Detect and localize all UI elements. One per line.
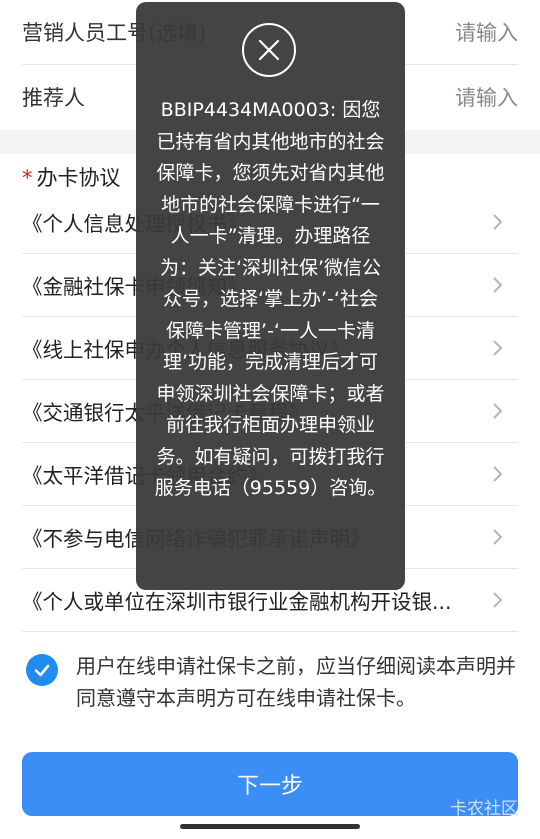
chevron-right-icon <box>493 466 503 482</box>
referrer-label: 推荐人 <box>22 86 85 110</box>
chevron-right-icon <box>493 592 503 608</box>
required-mark: * <box>22 166 33 190</box>
home-indicator[interactable] <box>180 824 360 829</box>
referrer-input[interactable]: 请输入 <box>455 82 518 112</box>
staff-id-input[interactable]: 请输入 <box>455 17 518 47</box>
consent-text: 用户在线申请社保卡之前，应当仔细阅读本声明并同意遵守本声明方可在线申请社保卡。 <box>76 654 516 710</box>
toast-message: BBIP4434MA0003: 因您已持有省内其他地市的社会保障卡，您须先对省内… <box>154 99 387 499</box>
next-step-button[interactable]: 下一步 <box>22 752 518 816</box>
consent-checkbox[interactable] <box>26 654 58 686</box>
chevron-right-icon <box>493 403 503 419</box>
chevron-right-icon <box>493 277 503 293</box>
agreements-title: * 办卡协议 <box>22 162 121 192</box>
checkmark-icon <box>34 664 50 677</box>
chevron-right-icon <box>493 529 503 545</box>
close-icon[interactable] <box>242 23 296 77</box>
close-cross-glyph <box>258 39 280 61</box>
error-toast: BBIP4434MA0003: 因您已持有省内其他地市的社会保障卡，您须先对省内… <box>136 2 405 590</box>
chevron-right-icon <box>493 214 503 230</box>
consent-statement: 用户在线申请社保卡之前，应当仔细阅读本声明并同意遵守本声明方可在线申请社保卡。 <box>22 650 518 714</box>
agreements-title-text: 办卡协议 <box>36 166 121 190</box>
watermark: 卡农社区 <box>450 799 518 819</box>
chevron-right-icon <box>493 340 503 356</box>
